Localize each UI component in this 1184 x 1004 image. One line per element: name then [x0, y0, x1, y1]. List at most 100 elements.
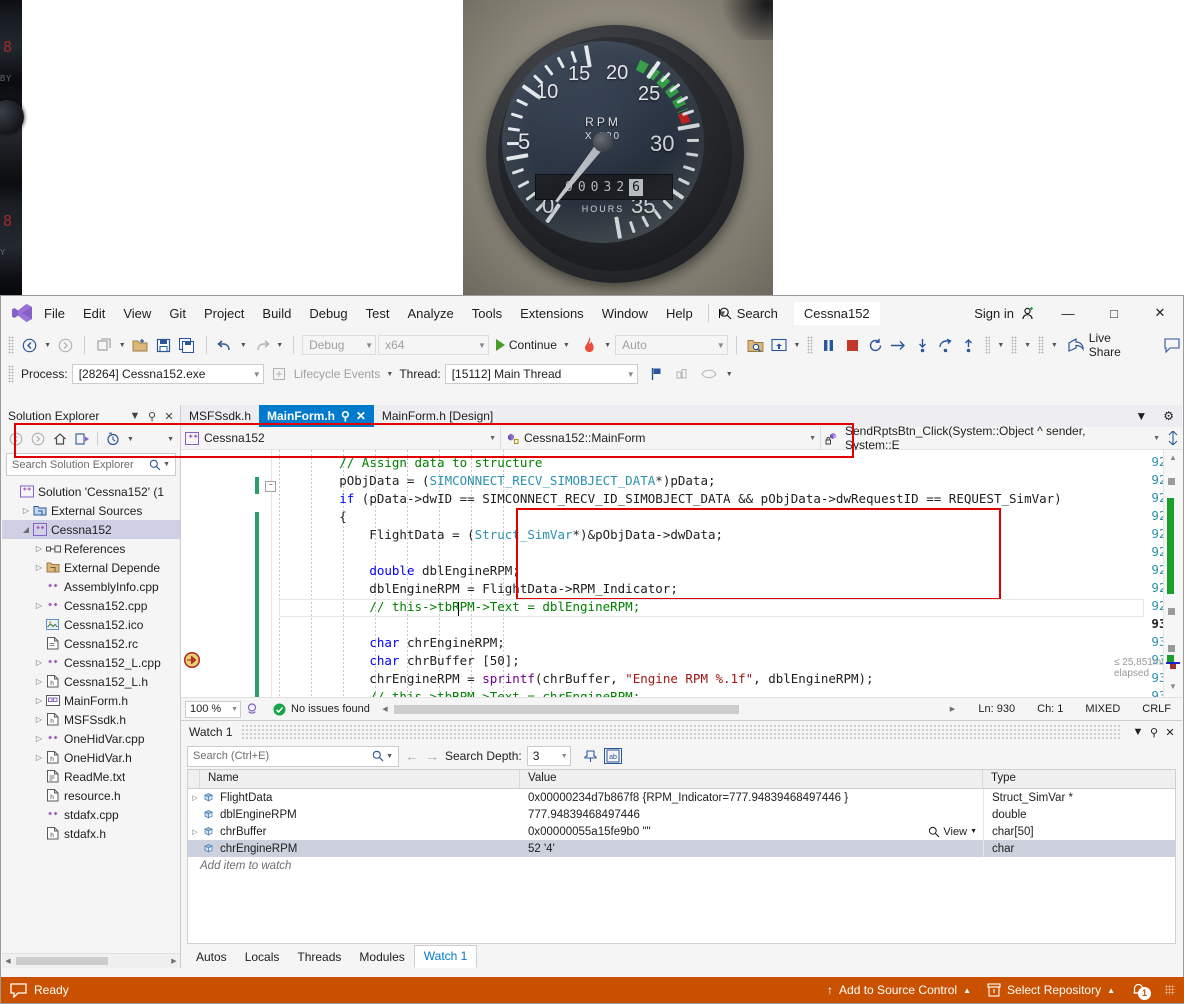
- close-panel-icon[interactable]: ✕: [162, 410, 176, 423]
- select-repository-button[interactable]: Select Repository ▲: [987, 983, 1115, 997]
- step-into-icon[interactable]: [912, 334, 933, 356]
- encoding-indicator[interactable]: MIXED: [1074, 703, 1131, 715]
- menu-item-file[interactable]: File: [35, 301, 74, 326]
- code-line[interactable]: char chrBuffer [50];: [279, 652, 520, 670]
- project-chip[interactable]: Cessna152: [794, 302, 880, 325]
- chevron-down-icon[interactable]: ▼: [719, 309, 720, 318]
- collapse-region-icon[interactable]: −: [265, 481, 276, 492]
- solution-tree-item[interactable]: stdafx.cpp: [2, 805, 180, 824]
- flag-icon[interactable]: [646, 363, 668, 385]
- hscroll-right-icon[interactable]: ▶: [945, 705, 959, 713]
- break-all-icon[interactable]: [818, 334, 839, 356]
- chevron-up-icon-2[interactable]: ▲: [1107, 986, 1115, 995]
- tab-watch-1[interactable]: Watch 1: [414, 945, 478, 968]
- menu-item-tools[interactable]: Tools: [463, 301, 511, 326]
- expander-icon[interactable]: ▷: [32, 734, 46, 743]
- menu-item-extensions[interactable]: Extensions: [511, 301, 593, 326]
- panel-dropdown-icon[interactable]: ▼: [128, 410, 142, 422]
- window-layout-icon[interactable]: [768, 334, 789, 356]
- issues-indicator[interactable]: No issues found: [273, 703, 370, 716]
- menu-bar[interactable]: File Edit View Git Project Build Debug T…: [35, 296, 702, 330]
- solution-tree-item[interactable]: ▷External Depende: [2, 558, 180, 577]
- process-combo[interactable]: [28264] Cessna152.exe▼: [72, 364, 264, 384]
- menu-item-build[interactable]: Build: [253, 301, 300, 326]
- live-share-button[interactable]: Live Share: [1062, 331, 1150, 359]
- expander-icon[interactable]: ▷: [32, 563, 46, 572]
- column-value[interactable]: Value: [520, 770, 983, 788]
- code-line[interactable]: {: [279, 508, 347, 526]
- menu-item-help[interactable]: Help: [657, 301, 702, 326]
- maximize-button[interactable]: □: [1091, 296, 1137, 330]
- solution-tree-item[interactable]: Cessna152.rc: [2, 634, 180, 653]
- code-line[interactable]: double dblEngineRPM;: [279, 562, 520, 580]
- pin-icon[interactable]: ⚲: [145, 410, 159, 423]
- add-to-source-control-button[interactable]: ↑ Add to Source Control ▲: [827, 983, 971, 997]
- code-line[interactable]: if (pData->dwID == SIMCONNECT_RECV_ID_SI…: [279, 490, 1062, 508]
- expander-icon[interactable]: ◢: [19, 525, 33, 534]
- watch-search-options-icon[interactable]: ▼: [384, 753, 395, 760]
- watch-value[interactable]: 0x00000055a15fe9b0 "": [528, 826, 651, 838]
- tab-modules[interactable]: Modules: [350, 947, 413, 968]
- restart-icon[interactable]: [865, 334, 886, 356]
- tab-autos[interactable]: Autos: [187, 947, 236, 968]
- hscroll-left-icon[interactable]: ◀: [378, 705, 392, 713]
- watch-value[interactable]: 52 '4': [528, 843, 555, 855]
- expander-icon[interactable]: ▷: [19, 506, 33, 515]
- tab-settings-icon[interactable]: ⚙: [1155, 405, 1182, 427]
- close-tab-icon[interactable]: ✕: [356, 409, 366, 423]
- column-type[interactable]: Type: [983, 770, 1175, 788]
- debug-overflow-icon[interactable]: ▼: [724, 371, 735, 378]
- code-line[interactable]: // this->tbRPM->Text = chrEngineRPM;: [279, 688, 640, 697]
- expander-icon[interactable]: ▷: [32, 715, 46, 724]
- watch-row[interactable]: ▷chrBuffer0x00000055a15fe9b0 ""View▼char…: [188, 823, 1175, 840]
- expander-icon[interactable]: ▷: [32, 601, 46, 610]
- editor-hscrollbar[interactable]: ◀ ▶: [378, 703, 960, 716]
- hscroll-thumb[interactable]: [394, 705, 739, 714]
- find-in-files-icon[interactable]: [745, 334, 766, 356]
- layout-dropdown-icon[interactable]: ▼: [791, 342, 802, 349]
- scroll-down-icon[interactable]: ▼: [1167, 682, 1179, 694]
- show-next-statement-icon[interactable]: [888, 334, 909, 356]
- solution-tree-item[interactable]: ▷hCessna152_L.h: [2, 672, 180, 691]
- editor-vertical-scrollbar[interactable]: ▲ ▼: [1163, 450, 1182, 697]
- tab-threads[interactable]: Threads: [288, 947, 350, 968]
- notifications-button[interactable]: 1: [1131, 982, 1149, 998]
- solution-platform-combo[interactable]: x64▼: [378, 335, 489, 355]
- watch-row[interactable]: dblEngineRPM777.94839468497446double: [188, 806, 1175, 823]
- tab-locals[interactable]: Locals: [236, 947, 289, 968]
- overflow-icon-2[interactable]: ▼: [1022, 342, 1033, 349]
- solution-tree-item[interactable]: ◢Cessna152: [2, 520, 180, 539]
- menu-item-project[interactable]: Project: [195, 301, 253, 326]
- solution-tree-item[interactable]: ▷OneHidVar.cpp: [2, 729, 180, 748]
- watch-search-input[interactable]: Search (Ctrl+E) ▼: [187, 746, 399, 767]
- expander-icon[interactable]: ▷: [32, 753, 46, 762]
- watch-value[interactable]: 0x00000234d7b867f8 {RPM_Indicator=777.94…: [528, 792, 848, 804]
- navigate-back-icon[interactable]: [19, 334, 40, 356]
- search-icon-small[interactable]: [149, 459, 161, 471]
- solution-tree-item[interactable]: ▷References: [2, 539, 180, 558]
- watch-dropdown-icon[interactable]: ▼: [1130, 726, 1146, 738]
- menu-item-analyze[interactable]: Analyze: [398, 301, 462, 326]
- pin-columns-icon[interactable]: [583, 749, 598, 764]
- search-bar[interactable]: Search ▼: [715, 306, 782, 321]
- watch-value[interactable]: 777.94839468497446: [528, 809, 640, 821]
- step-out-icon[interactable]: [958, 334, 979, 356]
- watch-close-icon[interactable]: ✕: [1162, 726, 1178, 739]
- minimize-button[interactable]: —: [1045, 296, 1091, 330]
- code-line[interactable]: pObjData = (SIMCONNECT_RECV_SIMOBJECT_DA…: [279, 472, 716, 490]
- expander-icon[interactable]: ▷: [32, 696, 46, 705]
- search-prev-icon[interactable]: ←: [405, 748, 419, 764]
- solution-tree-item[interactable]: ReadMe.txt: [2, 767, 180, 786]
- auto-combo[interactable]: Auto▼: [615, 335, 728, 355]
- stop-debugging-icon[interactable]: [842, 334, 863, 356]
- scroll-thumb[interactable]: [16, 957, 108, 965]
- solution-tree-item[interactable]: ▷Cessna152_L.cpp: [2, 653, 180, 672]
- code-line[interactable]: chrEngineRPM = sprintf(chrBuffer, "Engin…: [279, 670, 874, 688]
- search-options-icon[interactable]: ▼: [161, 461, 172, 468]
- step-over-icon[interactable]: [935, 334, 956, 356]
- feedback-icon[interactable]: [1162, 334, 1183, 356]
- menu-item-window[interactable]: Window: [593, 301, 657, 326]
- save-all-icon[interactable]: [176, 334, 197, 356]
- resize-grip[interactable]: [1165, 985, 1175, 995]
- solution-tree-item[interactable]: ▷MainForm.h: [2, 691, 180, 710]
